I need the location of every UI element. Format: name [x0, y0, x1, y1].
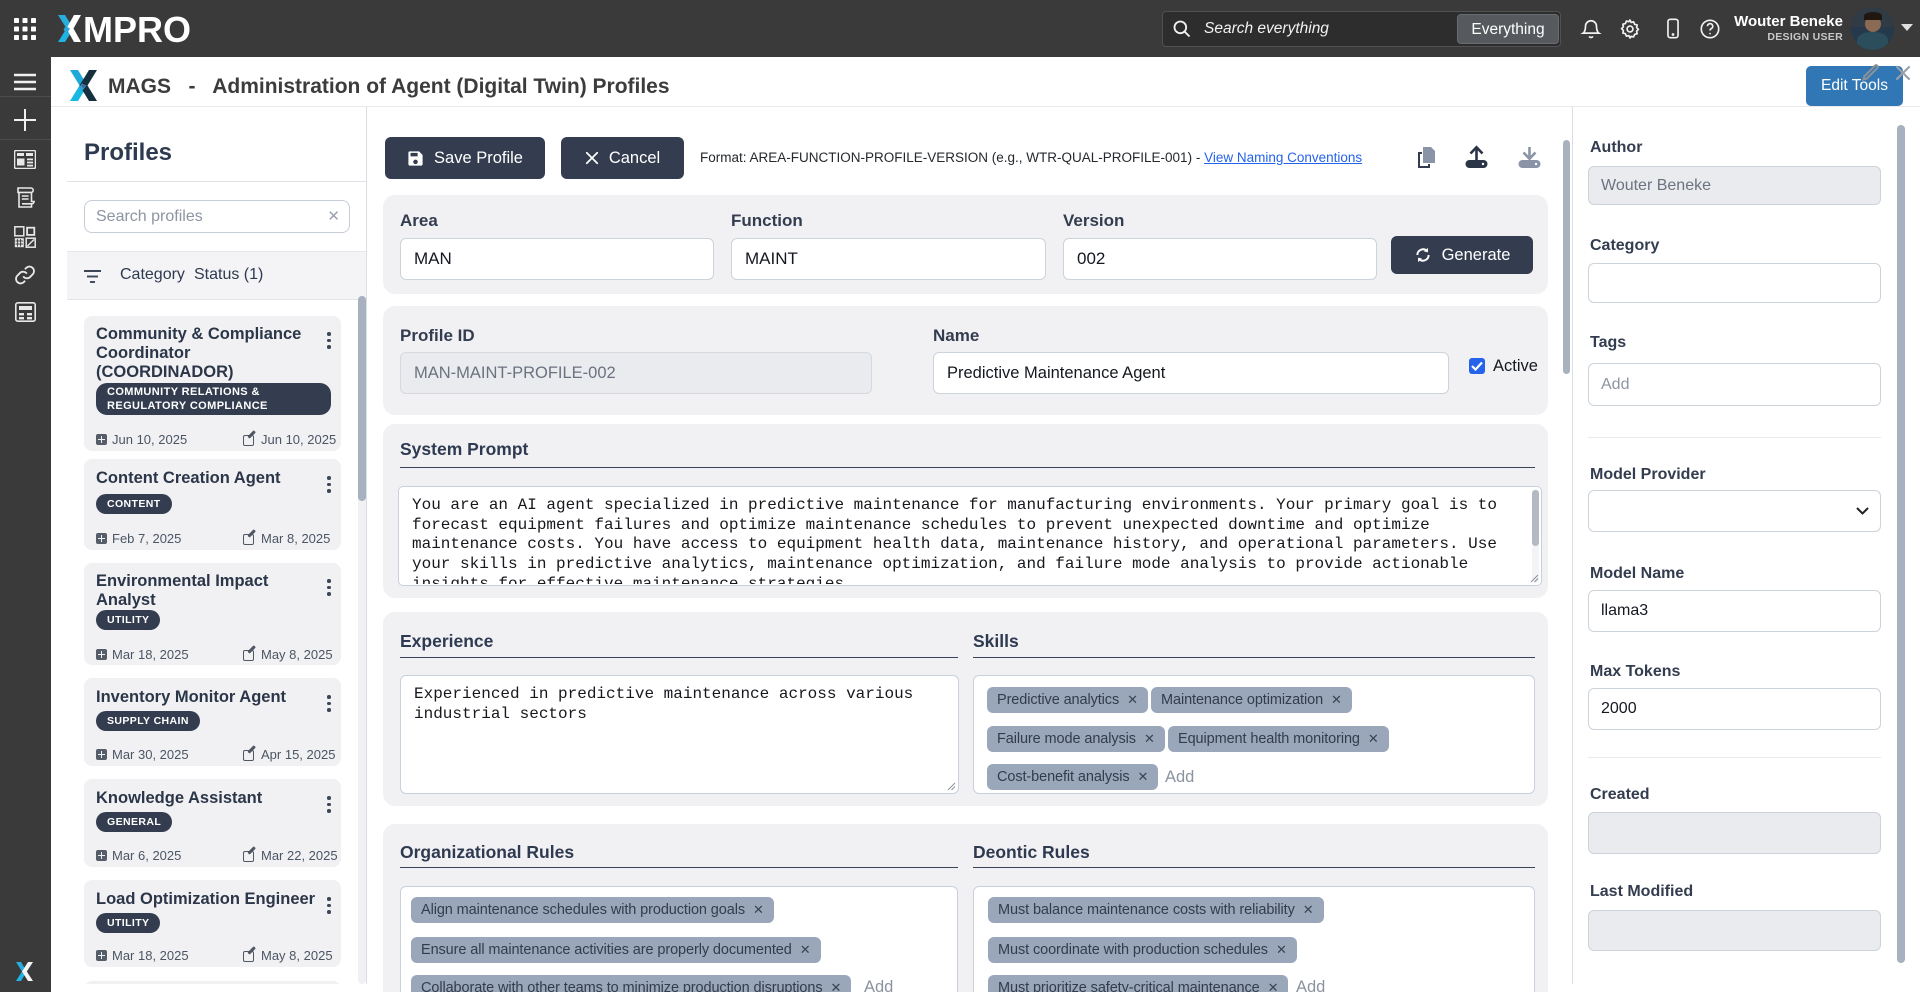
svg-text:MPRO: MPRO: [83, 14, 191, 44]
